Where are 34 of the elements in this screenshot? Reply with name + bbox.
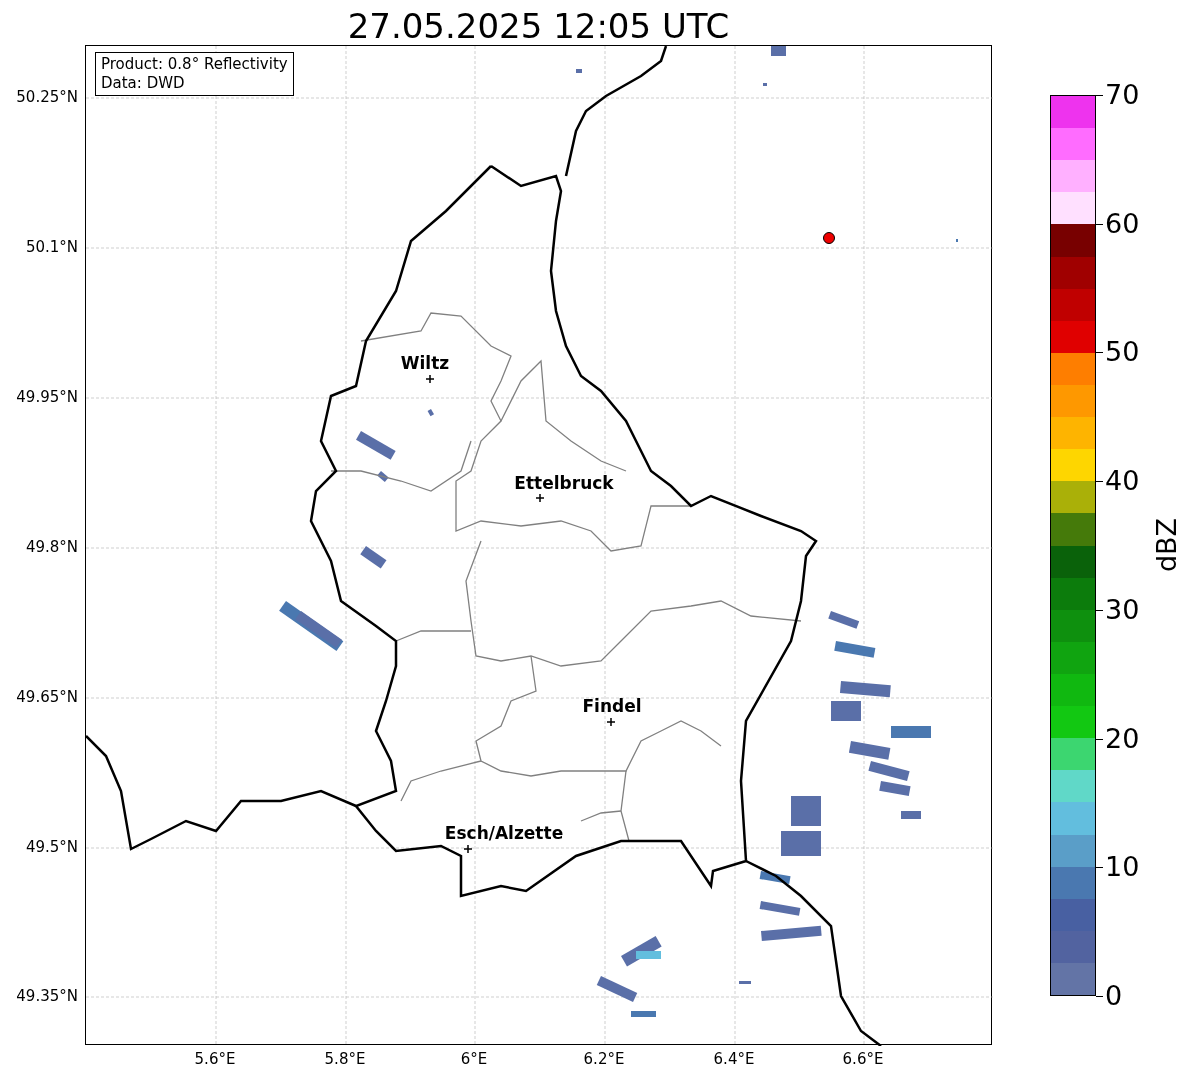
longitude-tick-label: 6.2°E bbox=[583, 1050, 625, 1068]
latitude-tick-label: 50.25°N bbox=[16, 88, 78, 106]
longitude-tick-label: 5.8°E bbox=[324, 1050, 366, 1068]
latitude-tick-label: 50.1°N bbox=[25, 238, 78, 256]
longitude-tick-label: 6.6°E bbox=[842, 1050, 884, 1068]
city-label: Ettelbruck bbox=[514, 473, 614, 493]
latitude-tick-label: 49.95°N bbox=[16, 388, 78, 406]
scale-tick-label: 60 bbox=[1105, 208, 1140, 239]
latitude-tick-label: 49.5°N bbox=[25, 838, 78, 856]
scale-tick-label: 20 bbox=[1105, 723, 1140, 754]
plus-marker-icon bbox=[426, 375, 434, 383]
chart-title: 27.05.2025 12:05 UTC bbox=[346, 5, 731, 48]
info-text: Product: 0.8° Reflectivity bbox=[101, 55, 288, 74]
latitude-tick-label: 49.65°N bbox=[16, 688, 78, 706]
longitude-tick-label: 5.6°E bbox=[194, 1050, 236, 1068]
scale-tick-label: 50 bbox=[1105, 337, 1140, 368]
scale-tick-label: 30 bbox=[1105, 594, 1140, 625]
longitude-tick-label: 6.4°E bbox=[713, 1050, 755, 1068]
longitude-tick-label: 6°E bbox=[460, 1050, 488, 1068]
scale-tick-label: 70 bbox=[1105, 80, 1140, 110]
plus-marker-icon bbox=[464, 845, 472, 853]
info-text: Data: DWD bbox=[101, 74, 186, 93]
city-label: Esch/Alzette bbox=[444, 823, 564, 843]
city-label: Wiltz bbox=[400, 353, 450, 373]
scale-tick-label: 0 bbox=[1105, 981, 1123, 1011]
latitude-tick-label: 49.8°N bbox=[25, 538, 78, 556]
scale-tick-label: 10 bbox=[1105, 852, 1140, 883]
latitude-tick-label: 49.35°N bbox=[16, 987, 78, 1005]
scale-axis-label: dBZ bbox=[1152, 517, 1183, 573]
scale-tick-label: 40 bbox=[1105, 466, 1140, 497]
city-label: Findel bbox=[582, 696, 642, 716]
plus-marker-icon bbox=[536, 494, 544, 502]
plus-marker-icon bbox=[607, 718, 615, 726]
radar-site-marker bbox=[823, 232, 835, 244]
